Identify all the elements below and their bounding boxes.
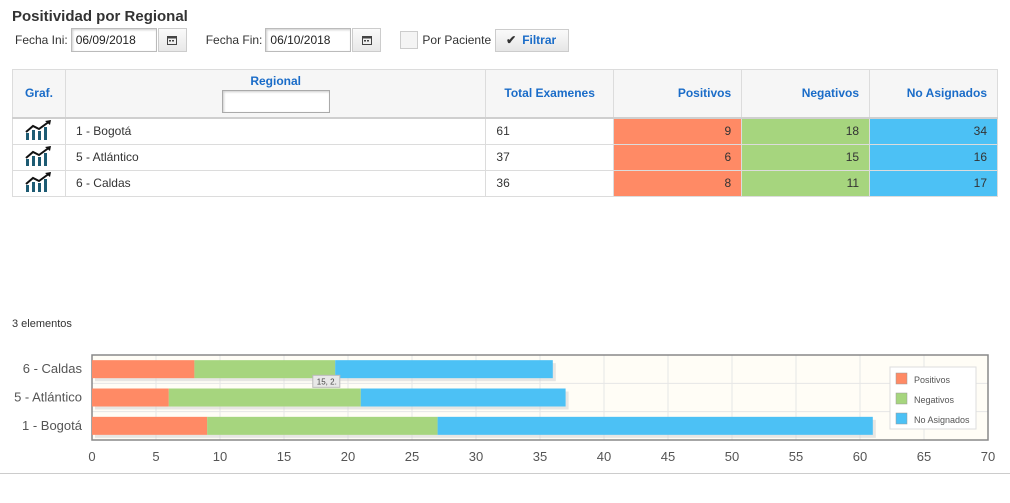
tooltip-text: 15, 2. [317, 377, 337, 386]
legend-label: Negativos [914, 395, 955, 405]
header-negativos[interactable]: Negativos [741, 69, 871, 118]
x-tick-label: 45 [661, 449, 675, 464]
bar-negativos [168, 388, 361, 407]
no-asignados-cell: 17 [869, 169, 998, 197]
no-asignados-cell: 34 [869, 116, 998, 145]
header-no-asignados[interactable]: No Asignados [869, 69, 998, 118]
bar-positivos [92, 360, 195, 379]
bar-no-asignados [335, 360, 553, 379]
x-tick-label: 0 [88, 449, 95, 464]
page-title: Positividad por Regional [12, 8, 188, 25]
por-paciente-checkbox[interactable] [400, 31, 419, 49]
graf-cell[interactable] [12, 143, 66, 171]
x-tick-label: 15 [277, 449, 291, 464]
bar-positivos [92, 388, 169, 407]
fecha-ini-calendar-button[interactable] [157, 28, 187, 52]
x-tick-label: 10 [213, 449, 227, 464]
category-label: 6 - Caldas [23, 361, 83, 376]
regional-filter-input[interactable] [221, 89, 330, 113]
negativos-cell: 18 [741, 116, 871, 145]
por-paciente-label: Por Paciente [422, 33, 492, 47]
filtrar-label: Filtrar [522, 33, 557, 47]
header-regional[interactable]: Regional [64, 69, 487, 118]
x-tick-label: 20 [341, 449, 355, 464]
header-regional-label: Regional [250, 73, 301, 88]
legend-label: Positivos [914, 375, 951, 385]
x-tick-label: 40 [597, 449, 611, 464]
x-tick-label: 60 [853, 449, 867, 464]
fecha-ini-label: Fecha Ini: [15, 33, 68, 47]
header-graf[interactable]: Graf. [12, 69, 66, 118]
x-tick-label: 30 [469, 449, 483, 464]
header-total[interactable]: Total Examenes [485, 69, 615, 118]
positivos-cell: 8 [613, 169, 743, 197]
x-tick-label: 35 [533, 449, 547, 464]
table-row[interactable]: 6 - Caldas 36 8 11 17 [12, 169, 998, 197]
legend-swatch [895, 392, 908, 405]
category-label: 1 - Bogotá [22, 418, 83, 433]
bar-no-asignados [437, 416, 873, 435]
trend-chart-icon[interactable] [24, 145, 54, 170]
trend-chart-icon[interactable] [24, 119, 54, 144]
calendar-icon [167, 36, 178, 45]
check-icon: ✔ [506, 33, 517, 47]
negativos-cell: 11 [741, 169, 871, 197]
fecha-fin-label: Fecha Fin: [205, 33, 263, 47]
table-row[interactable]: 5 - Atlántico 37 6 15 16 [12, 143, 998, 171]
bar-no-asignados [360, 388, 566, 407]
fecha-ini-input[interactable] [70, 28, 157, 52]
positivos-cell: 9 [613, 116, 743, 145]
calendar-icon [361, 36, 372, 45]
x-tick-label: 5 [152, 449, 159, 464]
bar-negativos [207, 416, 438, 435]
negativos-cell: 15 [741, 143, 871, 171]
legend-swatch [895, 412, 908, 425]
divider [0, 473, 1010, 474]
x-tick-label: 25 [405, 449, 419, 464]
x-tick-label: 65 [917, 449, 931, 464]
category-label: 5 - Atlántico [14, 390, 82, 405]
graf-cell[interactable] [12, 169, 66, 197]
x-tick-label: 55 [789, 449, 803, 464]
fecha-fin-input[interactable] [265, 28, 352, 52]
regional-cell: 1 - Bogotá [64, 116, 487, 145]
total-cell: 37 [485, 143, 615, 171]
filter-bar: Fecha Ini: Fecha Fin: Por Paciente ✔ Fil… [15, 28, 570, 52]
bar-positivos [92, 416, 208, 435]
trend-chart-icon[interactable] [24, 171, 54, 196]
legend-swatch [895, 372, 908, 385]
total-cell: 36 [485, 169, 615, 197]
regional-cell: 6 - Caldas [64, 169, 487, 197]
regional-table: Graf. Regional Total Examenes Positivos … [12, 69, 998, 197]
stacked-bar-chart: 6 - Caldas 5 - Atlántico 1 - Bogotá 0 5 10 15 2… [14, 354, 995, 464]
x-tick-label: 50 [725, 449, 739, 464]
table-header-row: Graf. Regional Total Examenes Positivos … [12, 69, 998, 118]
x-tick-label: 70 [981, 449, 995, 464]
fecha-fin-calendar-button[interactable] [352, 28, 382, 52]
item-count: 3 elementos [12, 318, 72, 330]
total-cell: 61 [485, 116, 615, 145]
graf-cell[interactable] [12, 116, 66, 145]
filtrar-button[interactable]: ✔ Filtrar [495, 28, 570, 52]
table-row[interactable]: 1 - Bogotá 61 9 18 34 [12, 116, 998, 145]
no-asignados-cell: 16 [869, 143, 998, 171]
legend-label: No Asignados [914, 415, 970, 425]
regional-cell: 5 - Atlántico [64, 143, 487, 171]
positivos-cell: 6 [613, 143, 743, 171]
header-positivos[interactable]: Positivos [613, 69, 743, 118]
